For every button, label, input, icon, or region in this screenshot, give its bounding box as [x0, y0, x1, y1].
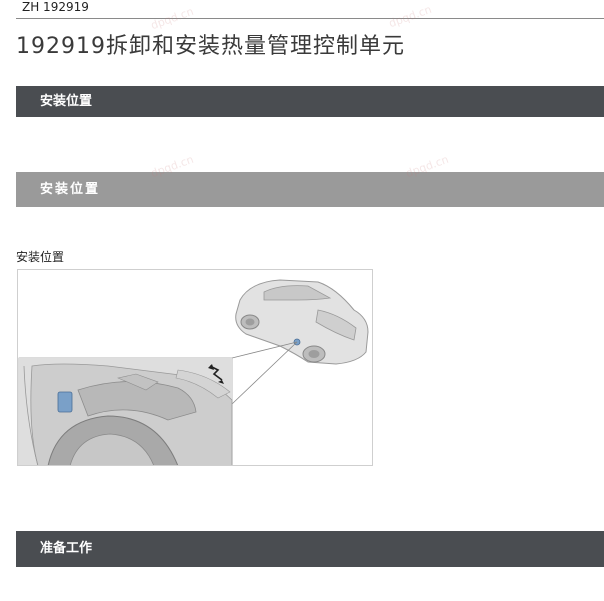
- install-location-figure: [17, 269, 373, 466]
- subsection-bar-install-location: 安装位置: [16, 172, 604, 207]
- section-bar-preparation: 准备工作: [16, 531, 604, 567]
- callout-line-bottom: [231, 341, 298, 405]
- vehicle-illustration: [18, 279, 369, 465]
- detail-view: [18, 357, 233, 465]
- header-divider: [16, 18, 604, 19]
- figure-caption: 安装位置: [16, 250, 65, 264]
- page-title: 192919拆卸和安装热量管理控制单元: [16, 34, 405, 59]
- watermark: dpqd.cn: [387, 2, 434, 31]
- document-code: ZH 192919: [22, 0, 89, 14]
- section-bar-install-location: 安装位置: [16, 86, 604, 117]
- suv-overview: [235, 279, 369, 365]
